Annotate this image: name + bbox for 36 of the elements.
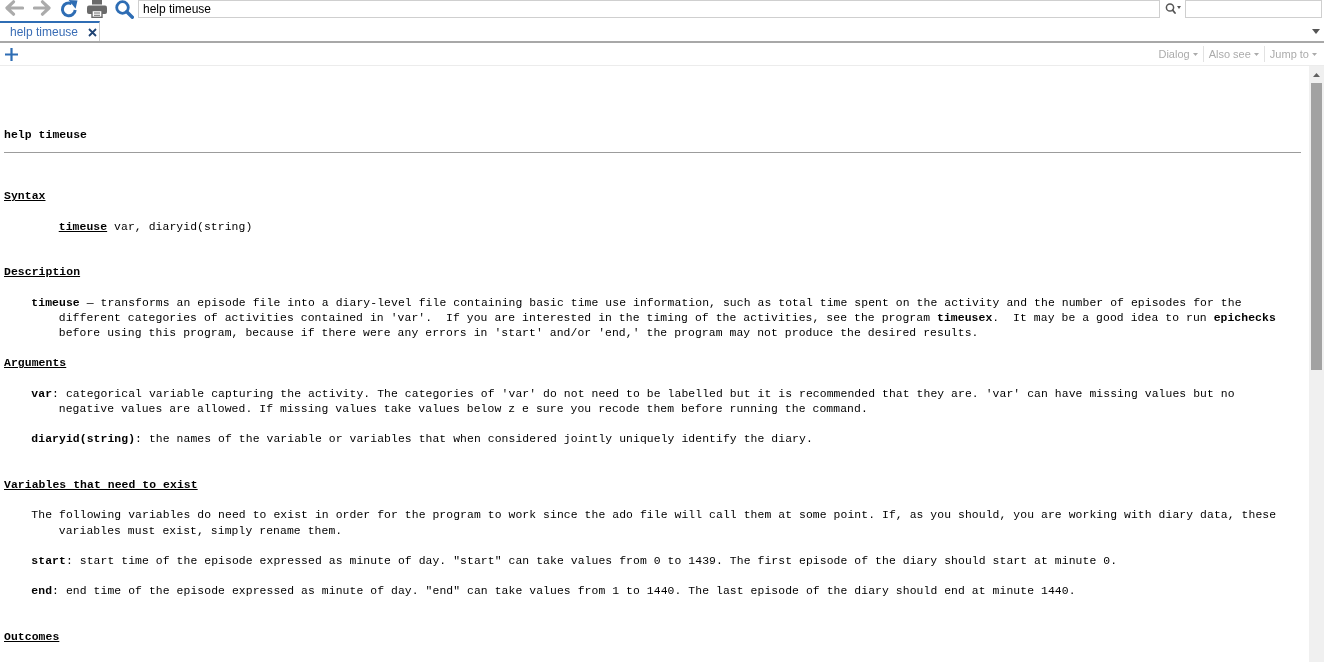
- printer-icon: [87, 0, 107, 18]
- syntax-line: timeuse var, diaryid(string): [58, 219, 253, 235]
- caret-icon: [1253, 52, 1259, 56]
- paragraph: The following variables do need to exist in order for the program to work since the ado file will call them at some point. If, as you should, you are working with diary data, these variables must exist, simply rename them.: [31, 508, 1278, 539]
- paragraph: diaryid(string): the names of the variable or variables that when considered jointly uniquely identify the diary.: [31, 432, 813, 448]
- address-field[interactable]: help timeuse: [138, 0, 1160, 18]
- scrollbar-track[interactable]: [1309, 66, 1324, 662]
- caret-icon[interactable]: [1312, 28, 1320, 34]
- arrow-right-icon: [33, 0, 51, 16]
- caret-icon: [1177, 6, 1181, 9]
- refresh-button[interactable]: [60, 0, 78, 18]
- paragraph: end: end time of the episode expressed as minute of day. "end" can take values from 1 to 1440. The last episode of the diary should end at minute 1440.: [31, 584, 1076, 600]
- help-title: help timeuse: [4, 128, 87, 144]
- close-icon[interactable]: [88, 27, 98, 37]
- paragraph: timeuse — transforms an episode file into a diary-level file containing basic time use information, such as total time spent on the activity and the number of episodes for the different categories of activities contained in 'var'. If you are interested in the timing of the activities, see the program timeusex. It may be a good idea to run epichecks before using this program, because if there were any errors in 'start' and/or 'end,' the program may not produce the desired results.: [31, 295, 1277, 341]
- print-button[interactable]: [87, 0, 107, 18]
- scrollbar-thumb[interactable]: [1311, 83, 1322, 370]
- section-heading: Syntax: [4, 189, 46, 205]
- search-icon: [1165, 3, 1176, 14]
- caret-icon: [1312, 52, 1317, 56]
- section-heading: Outcomes: [4, 629, 60, 645]
- arrow-left-icon: [5, 0, 24, 16]
- refresh-icon: [60, 0, 78, 18]
- section-heading: Arguments: [4, 356, 67, 372]
- find-button[interactable]: [115, 0, 134, 19]
- caret-icon: [1192, 52, 1198, 56]
- search-icon: [115, 0, 134, 19]
- section-heading: Variables that need to exist: [4, 477, 198, 493]
- paragraph: var: categorical variable capturing the activity. The categories of 'var' do not need to be labelled but it is recommended that they are. 'var' can have missing values but no negative values are allowed. If missing values take values below z e sure you recode them before running the command.: [31, 386, 1236, 417]
- tab[interactable]: help timeuse: [0, 21, 101, 41]
- scroll-up-icon[interactable]: [1313, 73, 1320, 77]
- section-heading: Description: [4, 265, 81, 281]
- plus-icon[interactable]: [5, 47, 18, 61]
- paragraph: start: start time of the episode expressed as minute of day. "start" can take values from 0 to 1439. The first episode of the diary should start at minute 0.: [31, 553, 1118, 569]
- search-options-button[interactable]: [1165, 3, 1181, 14]
- search-field[interactable]: [1185, 0, 1322, 18]
